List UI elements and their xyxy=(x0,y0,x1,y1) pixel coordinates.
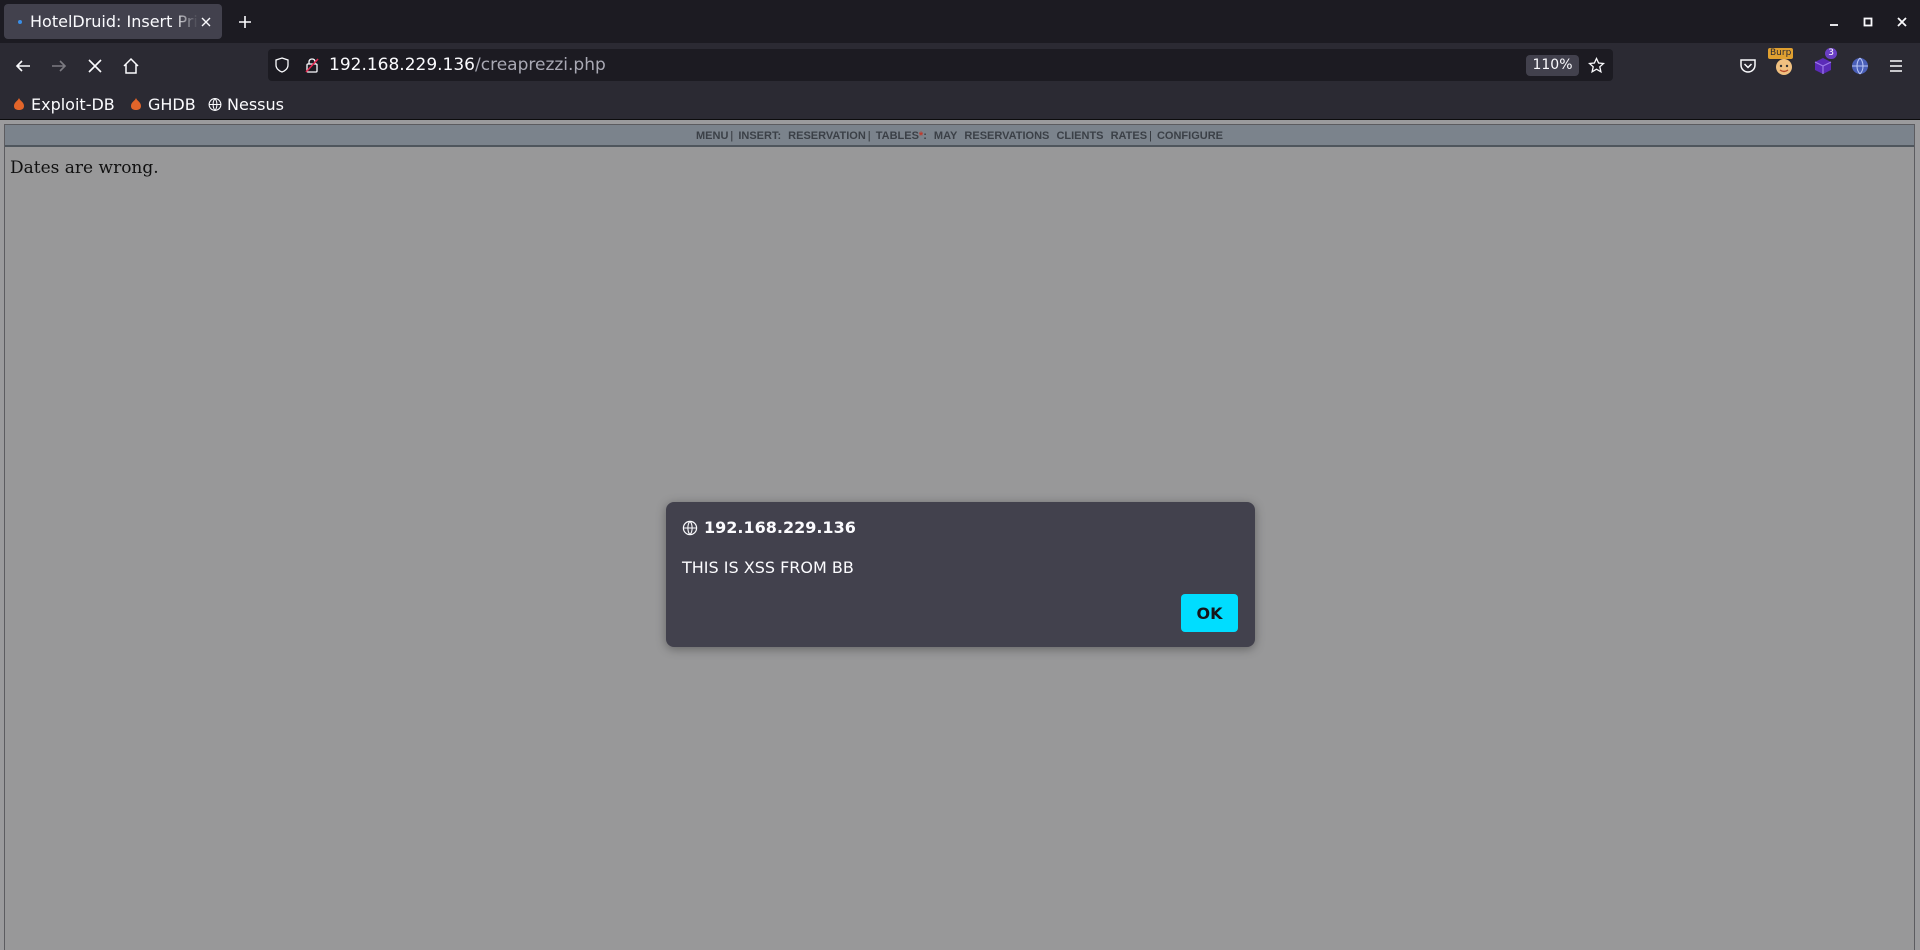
tables-label: TABLES xyxy=(875,130,919,142)
forward-button[interactable] xyxy=(46,53,72,79)
bookmark-label: Exploit-DB xyxy=(31,94,115,114)
hoteldruid-menu-bar: MENU | INSERT: RESERVATION | TABLES*: MAY … xyxy=(5,125,1914,147)
alert-message: THIS IS XSS FROM BB xyxy=(682,558,854,577)
clients-link[interactable]: CLIENTS xyxy=(1056,130,1103,142)
tab-title: HotelDruid: Insert Prices xyxy=(30,12,198,31)
bookmark-nessus[interactable]: Nessus xyxy=(208,93,284,115)
burp-label: Burp xyxy=(1768,48,1794,59)
menu-link[interactable]: MENU xyxy=(696,130,728,142)
hamburger-menu-icon[interactable] xyxy=(1884,54,1908,78)
stop-loading-button[interactable] xyxy=(82,53,108,79)
pocket-icon[interactable] xyxy=(1736,54,1760,78)
bookmark-star-icon[interactable] xyxy=(1586,55,1606,75)
loading-dot-icon xyxy=(18,19,22,24)
maximize-icon[interactable] xyxy=(1859,13,1877,31)
tab-strip: HotelDruid: Insert Prices xyxy=(0,0,1920,43)
cube-extension-icon[interactable]: 3 xyxy=(1811,48,1837,78)
url-path: /creaprezzi.php xyxy=(475,55,606,75)
bookmark-exploit-db[interactable]: Exploit-DB xyxy=(12,93,115,115)
alert-origin-text: 192.168.229.136 xyxy=(704,518,856,537)
url-text[interactable]: 192.168.229.136/creaprezzi.php xyxy=(329,54,606,76)
reservations-link[interactable]: RESERVATIONS xyxy=(964,130,1049,142)
ok-button[interactable]: OK xyxy=(1181,594,1238,632)
bookmark-label: Nessus xyxy=(227,94,284,114)
home-button[interactable] xyxy=(118,53,144,79)
zoom-level-badge[interactable]: 110% xyxy=(1526,55,1579,76)
shield-icon[interactable] xyxy=(272,55,292,75)
burp-extension-icon[interactable]: Burp xyxy=(1768,48,1796,78)
error-message: Dates are wrong. xyxy=(10,158,159,178)
new-tab-button[interactable] xyxy=(234,11,256,33)
minimize-icon[interactable] xyxy=(1825,13,1843,31)
bookmark-label: GHDB xyxy=(148,94,196,114)
extension-badge: 3 xyxy=(1825,48,1837,59)
flame-icon xyxy=(129,97,143,111)
rates-link[interactable]: RATES xyxy=(1111,130,1147,142)
tab-hoteldruid[interactable]: HotelDruid: Insert Prices xyxy=(4,4,222,39)
globe-icon xyxy=(208,97,222,111)
flame-icon xyxy=(12,97,26,111)
reservation-link[interactable]: RESERVATION xyxy=(788,130,866,142)
navigation-toolbar: 192.168.229.136/creaprezzi.php 110% Burp… xyxy=(0,43,1920,88)
url-bar[interactable]: 192.168.229.136/creaprezzi.php 110% xyxy=(268,49,1613,81)
bookmarks-toolbar: Exploit-DB GHDB Nessus xyxy=(0,88,1920,120)
window-close-icon[interactable] xyxy=(1893,13,1911,31)
back-button[interactable] xyxy=(10,53,36,79)
bookmark-ghdb[interactable]: GHDB xyxy=(129,93,196,115)
close-icon[interactable] xyxy=(198,14,214,30)
globe-icon xyxy=(682,520,698,536)
url-host: 192.168.229.136 xyxy=(329,55,476,75)
insecure-lock-icon[interactable] xyxy=(302,55,322,75)
insert-label: INSERT: xyxy=(738,130,782,142)
alert-dialog: 192.168.229.136 THIS IS XSS FROM BB OK xyxy=(666,502,1255,647)
alert-origin: 192.168.229.136 xyxy=(682,518,856,537)
configure-link[interactable]: CONFIGURE xyxy=(1157,130,1223,142)
vpn-globe-extension-icon[interactable] xyxy=(1848,54,1872,78)
month-link-may[interactable]: MAY xyxy=(934,130,957,142)
